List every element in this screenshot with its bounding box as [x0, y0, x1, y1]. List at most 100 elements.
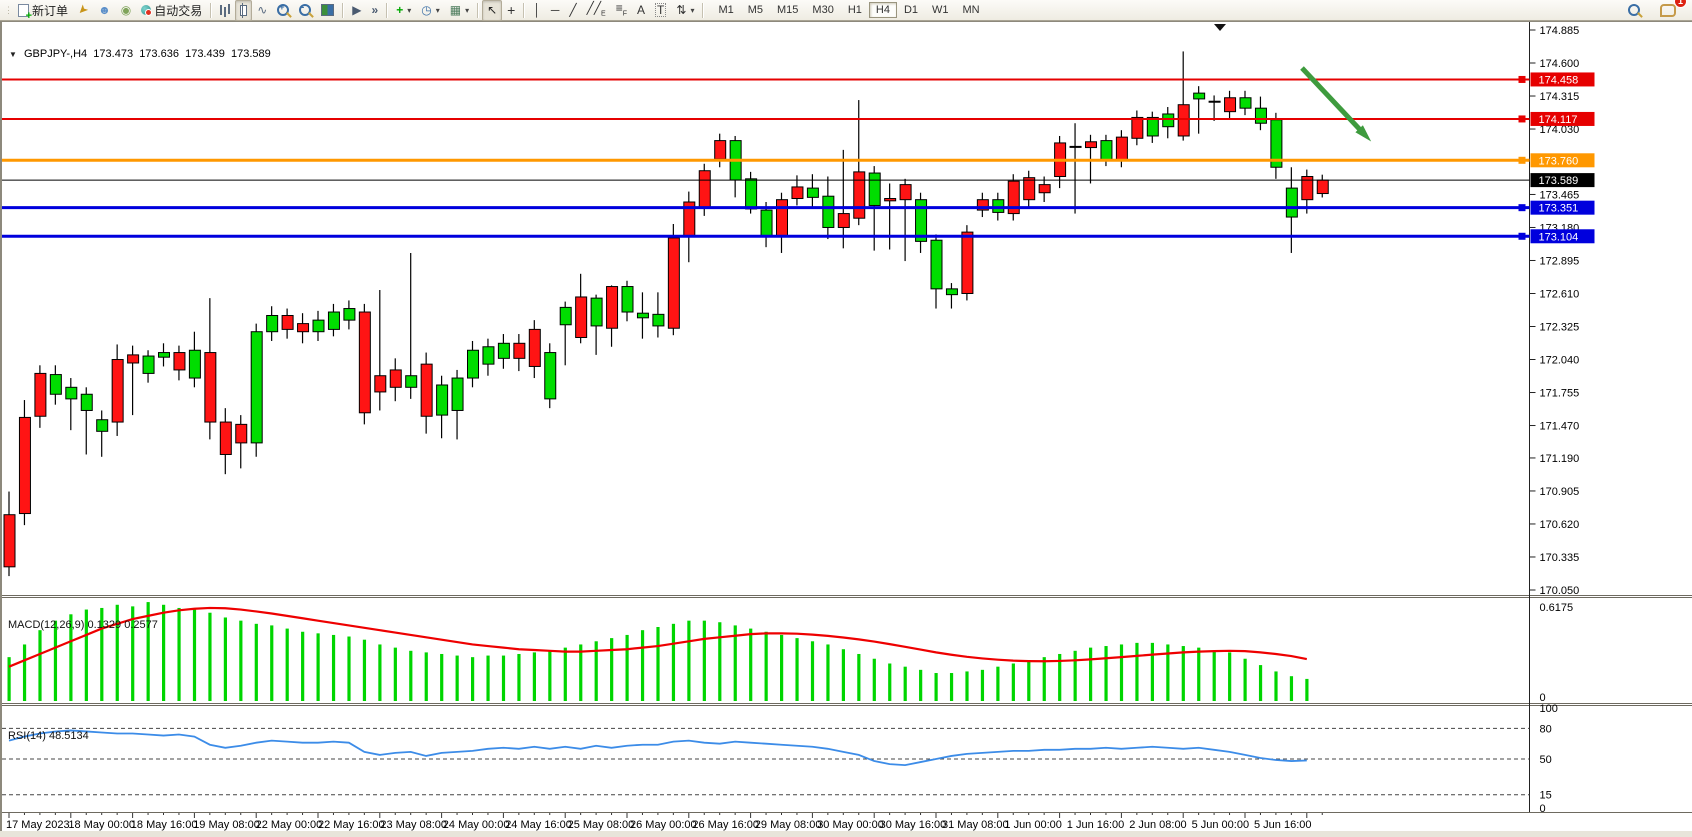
- candle-body: [576, 297, 587, 338]
- macd-bar: [1012, 663, 1015, 701]
- time-axis-label: 19 May 08:00: [193, 819, 260, 831]
- autotrade-globe-icon: [141, 5, 151, 15]
- toolbar-right: 1: [1623, 0, 1689, 21]
- search-button[interactable]: [1623, 0, 1645, 21]
- channel-button[interactable]: ╱╱E: [582, 0, 611, 21]
- candle-body: [869, 173, 880, 205]
- timeframe-m15[interactable]: M15: [770, 2, 805, 18]
- timeframe-m5[interactable]: M5: [741, 2, 770, 18]
- hline-handle[interactable]: [1519, 233, 1526, 240]
- price-tick-label: 174.600: [1540, 58, 1580, 70]
- candle-body: [1116, 137, 1127, 160]
- chevron-down-icon[interactable]: ▼: [9, 50, 17, 59]
- candle-body: [545, 353, 556, 399]
- timeframe-m1[interactable]: M1: [711, 2, 740, 18]
- candle-body: [344, 309, 355, 321]
- toolbar-grip: ⋮: [4, 5, 12, 16]
- rsi-axis-label: 80: [1540, 723, 1552, 735]
- zoom-in-button[interactable]: +: [272, 0, 294, 21]
- timeframe-h1[interactable]: H1: [841, 2, 869, 18]
- candlestick-icon: [240, 5, 247, 16]
- candle-body: [761, 210, 772, 235]
- macd-bar: [935, 673, 938, 701]
- timeframe-mn[interactable]: MN: [956, 2, 987, 18]
- timeframe-m30[interactable]: M30: [805, 2, 840, 18]
- zoom-out-button[interactable]: -: [294, 0, 316, 21]
- profiles-button[interactable]: ☻: [93, 0, 116, 21]
- ohlc-close: 173.589: [231, 48, 271, 60]
- ohlc-open: 173.473: [93, 48, 133, 60]
- candlestick-button[interactable]: [235, 0, 252, 21]
- candle-body: [390, 370, 401, 387]
- candle-body: [128, 355, 139, 363]
- time-axis-label: 25 May 08:00: [568, 819, 635, 831]
- macd-bar: [517, 654, 520, 701]
- autotrading-button[interactable]: 自动交易: [136, 0, 207, 21]
- timeframe-h4[interactable]: H4: [869, 2, 897, 18]
- tile-windows-button[interactable]: [316, 0, 339, 21]
- templates-button[interactable]: ▦▾: [445, 0, 474, 21]
- hline-handle[interactable]: [1519, 76, 1526, 83]
- chart-shift-button[interactable]: »: [367, 0, 384, 21]
- label-button[interactable]: T: [650, 0, 671, 21]
- indicators-button[interactable]: +▾: [391, 0, 416, 21]
- price-tag-label: 174.458: [1539, 74, 1579, 86]
- candle-body: [1024, 178, 1035, 200]
- candle-body: [1132, 117, 1143, 138]
- candle-body: [112, 360, 123, 423]
- hline-handle[interactable]: [1519, 157, 1526, 164]
- vline-icon: │: [533, 4, 541, 16]
- chat-button[interactable]: 1: [1655, 0, 1681, 21]
- chart-shift-marker[interactable]: [1214, 24, 1226, 31]
- macd-bar: [177, 608, 180, 701]
- hline-handle[interactable]: [1519, 204, 1526, 211]
- macd-bar: [502, 656, 505, 701]
- hline-handle[interactable]: [1519, 115, 1526, 122]
- new-order-button[interactable]: +新订单: [13, 0, 73, 21]
- time-axis-label: 17 May 2023: [6, 819, 70, 831]
- macd-bar: [162, 605, 165, 701]
- periods-button[interactable]: ◷▾: [416, 0, 445, 21]
- price-tick-label: 170.335: [1540, 552, 1580, 564]
- price-tick-label: 172.610: [1540, 288, 1580, 300]
- bar-chart-button[interactable]: [215, 0, 235, 21]
- macd-bar: [1244, 659, 1247, 701]
- line-chart-button[interactable]: ∿: [252, 0, 272, 21]
- crosshair-button[interactable]: +: [502, 0, 520, 21]
- timeframe-w1[interactable]: W1: [925, 2, 956, 18]
- chart-window[interactable]: ▼ GBPJPY-,H4 173.473 173.636 173.439 173…: [0, 21, 1692, 831]
- candle-body: [823, 196, 834, 227]
- candle-body: [359, 312, 370, 413]
- time-axis-label: 26 May 16:00: [692, 819, 759, 831]
- shapes-button[interactable]: ⇅▾: [671, 0, 699, 21]
- quotes-button[interactable]: ➤: [73, 0, 93, 21]
- chart-canvas[interactable]: 174.885174.600174.315174.030173.465173.1…: [2, 21, 1692, 837]
- time-axis-label: 1 Jun 00:00: [1004, 819, 1062, 831]
- macd-bar: [533, 652, 536, 701]
- ohlc-high: 173.636: [139, 48, 179, 60]
- candle-body: [962, 232, 973, 293]
- vertical-line-button[interactable]: │: [528, 0, 546, 21]
- time-axis-label: 29 May 08:00: [755, 819, 822, 831]
- horizontal-line-button[interactable]: ─: [546, 0, 565, 21]
- macd-bar: [1259, 665, 1262, 701]
- gold-arrow-icon: ➤: [75, 2, 91, 18]
- macd-bar: [857, 654, 860, 701]
- macd-bar: [208, 613, 211, 701]
- candle-body: [746, 179, 757, 209]
- time-axis-label: 23 May 08:00: [380, 819, 447, 831]
- fibonacci-button[interactable]: ≡F: [611, 0, 632, 21]
- trend-arrow[interactable]: [1302, 68, 1365, 135]
- macd-bar: [425, 652, 428, 701]
- candle-body: [375, 376, 386, 392]
- time-axis-label: 24 May 00:00: [443, 819, 510, 831]
- candle-body: [607, 287, 618, 329]
- text-button[interactable]: A: [632, 0, 650, 21]
- trendline-button[interactable]: ╱: [564, 0, 581, 21]
- candle-body: [282, 315, 293, 329]
- auto-scroll-button[interactable]: ▶: [347, 0, 366, 21]
- rsi-line: [9, 730, 1307, 765]
- signals-button[interactable]: ◉: [116, 0, 136, 21]
- timeframe-d1[interactable]: D1: [897, 2, 925, 18]
- cursor-button[interactable]: ↖: [482, 0, 502, 21]
